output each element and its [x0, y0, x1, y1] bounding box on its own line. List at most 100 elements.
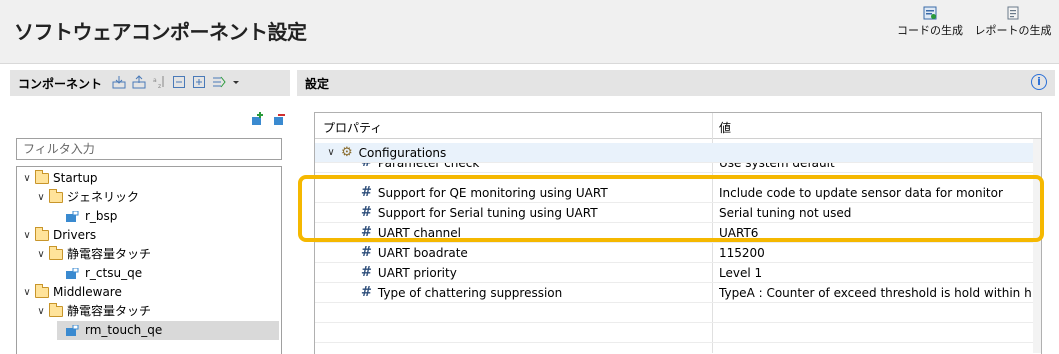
expand-all-icon[interactable] [192, 75, 206, 89]
generate-code-label: コードの生成 [897, 24, 963, 37]
tree-item-label: 静電容量タッチ [67, 304, 152, 318]
component-icon [66, 210, 79, 222]
hash-icon: # [361, 285, 372, 300]
chevron-down-icon[interactable]: ∨ [21, 169, 33, 188]
vertical-scrollbar[interactable] [1033, 139, 1041, 353]
component-icon [66, 267, 79, 279]
table-row-empty [315, 303, 1033, 323]
tree-item-rm-touch-qe[interactable]: rm_touch_qe [57, 321, 279, 340]
svg-text:a: a [153, 77, 157, 84]
tree-item-label: rm_touch_qe [85, 323, 163, 337]
group-label: Configurations [358, 146, 447, 160]
property-value: Level 1 [719, 266, 763, 280]
generate-code-button[interactable]: コードの生成 [888, 6, 972, 38]
chevron-down-icon[interactable]: ∨ [35, 188, 47, 207]
table-row[interactable]: # Parameter check Use system default [315, 163, 1033, 173]
filter-options-icon[interactable] [212, 75, 226, 89]
tree-item-generic[interactable]: ∨ ジェネリック [35, 188, 279, 207]
hash-icon: # [361, 225, 372, 240]
sort-icon[interactable]: az [152, 75, 166, 90]
component-icon [66, 324, 79, 336]
tree-item-label: ジェネリック [67, 190, 140, 204]
generate-report-label: レポートの生成 [974, 24, 1052, 37]
tree-item-label: 静電容量タッチ [67, 247, 152, 261]
components-title: コンポーネント [18, 77, 103, 91]
hash-icon: # [361, 265, 372, 280]
property-name: UART boadrate [377, 246, 468, 260]
generate-report-button[interactable]: レポートの生成 [968, 6, 1058, 38]
gear-icon: ⚙ [341, 145, 353, 160]
settings-header: 設定 i [297, 70, 1055, 96]
property-value: 115200 [719, 246, 765, 260]
svg-text:z: z [158, 83, 161, 89]
hash-icon: # [361, 163, 372, 172]
tree-item-startup[interactable]: ∨ Startup [21, 169, 279, 188]
tree-item-middleware[interactable]: ∨ Middleware [21, 283, 279, 302]
tree-item-r-bsp[interactable]: r_bsp [65, 207, 279, 226]
tree-item-label: Middleware [53, 285, 122, 299]
property-value: Include code to update sensor data for m… [719, 186, 1003, 200]
properties-table: プロパティ 値 ∨ ⚙ Configurations # Parameter ch… [314, 112, 1042, 354]
import-icon[interactable] [112, 75, 126, 89]
property-name: UART priority [377, 266, 457, 280]
folder-icon [35, 227, 49, 241]
remove-component-icon[interactable] [272, 112, 286, 126]
property-name: Support for Serial tuning using UART [377, 206, 598, 220]
report-icon [1007, 6, 1019, 20]
chevron-down-icon[interactable]: ∨ [325, 143, 337, 163]
generate-code-icon [923, 6, 937, 20]
table-row-empty [315, 323, 1033, 343]
folder-icon [35, 170, 49, 184]
folder-icon [49, 189, 63, 203]
tree-item-label: Startup [53, 171, 98, 185]
chevron-down-icon[interactable]: ∨ [35, 302, 47, 321]
tree-item-capacitive-touch-drivers[interactable]: ∨ 静電容量タッチ [35, 245, 279, 264]
tree-item-r-ctsu-qe[interactable]: r_ctsu_qe [65, 264, 279, 283]
table-row[interactable]: # Support for Serial tuning using UART Se… [315, 203, 1033, 223]
table-row[interactable]: # UART priority Level 1 [315, 263, 1033, 283]
collapse-all-icon[interactable] [172, 75, 186, 89]
property-name: UART channel [377, 226, 461, 240]
property-name: Type of chattering suppression [377, 286, 563, 300]
tree-item-capacitive-touch-middleware[interactable]: ∨ 静電容量タッチ [35, 302, 279, 321]
column-header-value[interactable]: 値 [719, 119, 731, 136]
hash-icon: # [361, 205, 372, 220]
chevron-down-icon[interactable]: ∨ [21, 283, 33, 302]
folder-icon [49, 246, 63, 260]
table-row-configurations[interactable]: ∨ ⚙ Configurations [315, 143, 1033, 163]
components-toolbar: az [112, 75, 240, 90]
table-row[interactable]: # UART boadrate 115200 [315, 243, 1033, 263]
components-panel: ∨ Startup ∨ ジェネリック r_bsp ∨ Drivers ∨ 静電容… [10, 96, 290, 354]
component-actions [250, 112, 286, 126]
export-icon[interactable] [132, 75, 146, 89]
property-value: TypeA : Counter of exceed threshold is h… [719, 286, 1032, 300]
property-name: Parameter check [377, 163, 480, 170]
property-value: Use system default [719, 163, 835, 170]
filter-input[interactable] [16, 138, 282, 160]
component-tree: ∨ Startup ∨ ジェネリック r_bsp ∨ Drivers ∨ 静電容… [16, 166, 282, 354]
tree-item-drivers[interactable]: ∨ Drivers [21, 226, 279, 245]
settings-title: 設定 [305, 77, 330, 91]
table-row[interactable]: # Type of chattering suppression TypeA : … [315, 283, 1033, 303]
chevron-down-icon[interactable]: ∨ [35, 245, 47, 264]
table-row[interactable]: # Support for QE monitoring using UART In… [315, 183, 1033, 203]
table-row[interactable]: # UART channel UART6 [315, 223, 1033, 243]
hash-icon: # [361, 245, 372, 260]
property-value: UART6 [719, 226, 759, 240]
property-value: Serial tuning not used [719, 206, 852, 220]
tree-item-label: r_bsp [85, 209, 118, 223]
title-bar: ソフトウェアコンポーネント設定 コードの生成 レポートの生成 [0, 0, 1059, 64]
column-header-property[interactable]: プロパティ [323, 119, 382, 136]
folder-icon [49, 303, 63, 317]
property-name: Support for QE monitoring using UART [377, 186, 608, 200]
table-header: プロパティ 値 [315, 113, 1041, 139]
dropdown-arrow-icon[interactable] [232, 75, 240, 89]
components-header: コンポーネント az [10, 70, 290, 96]
add-component-icon[interactable] [250, 112, 264, 126]
chevron-down-icon[interactable]: ∨ [21, 226, 33, 245]
tree-item-label: Drivers [53, 228, 97, 242]
hash-icon: # [361, 185, 372, 200]
info-icon[interactable]: i [1031, 74, 1047, 90]
page-title: ソフトウェアコンポーネント設定 [14, 20, 307, 44]
folder-icon [35, 284, 49, 298]
